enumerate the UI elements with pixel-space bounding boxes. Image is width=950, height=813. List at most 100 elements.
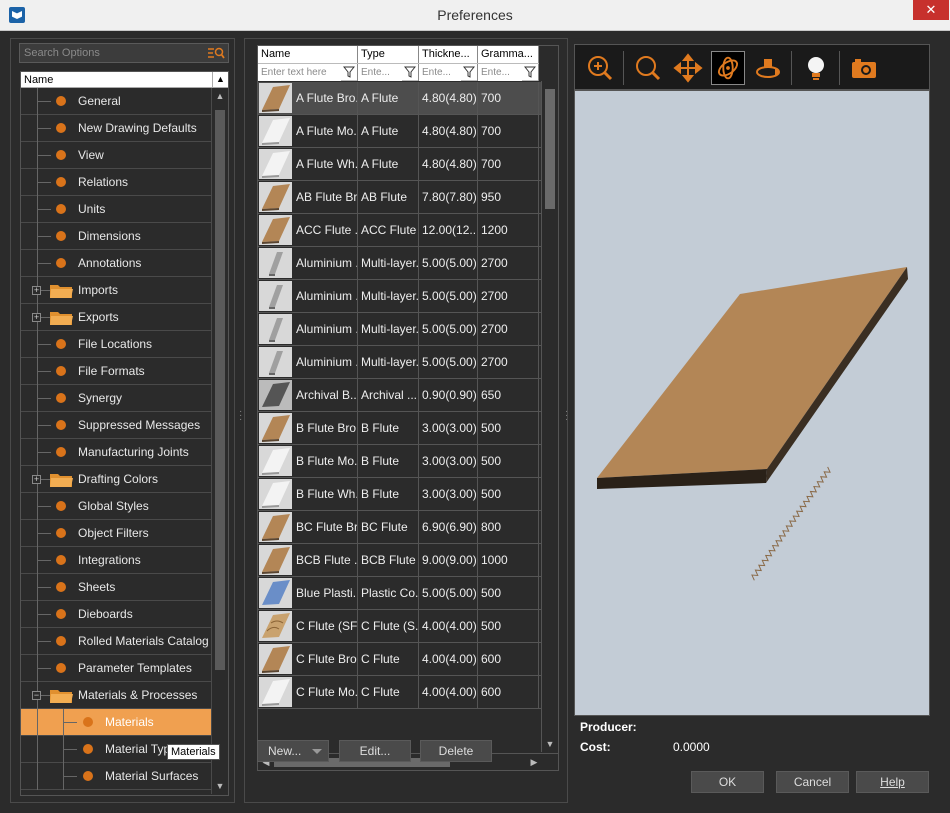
rotate-icon[interactable] xyxy=(711,51,745,85)
tree-item[interactable]: File Formats xyxy=(21,358,211,385)
tree-item[interactable]: Units xyxy=(21,196,211,223)
splitter-handle[interactable]: · · · xyxy=(239,407,242,425)
scroll-down-icon[interactable]: ▼ xyxy=(542,736,558,752)
scroll-right-icon[interactable]: ▶ xyxy=(526,754,542,770)
tree-item[interactable]: Global Styles xyxy=(21,493,211,520)
tree-item[interactable]: New Drawing Defaults xyxy=(21,115,211,142)
edit-material-button[interactable]: Edit... xyxy=(339,740,411,762)
tree-item[interactable]: Dieboards xyxy=(21,601,211,628)
material-row[interactable]: A Flute Bro...A Flute4.80(4.80)700 xyxy=(258,82,542,115)
search-filter-icon[interactable] xyxy=(207,46,225,60)
3d-viewport[interactable] xyxy=(574,90,930,716)
material-row[interactable]: Aluminium ...Multi-layer...5.00(5.00)270… xyxy=(258,313,542,346)
tree-item[interactable]: File Locations xyxy=(21,331,211,358)
column-header-name[interactable]: Name xyxy=(258,46,358,63)
material-row[interactable]: C Flute Mo... C Flute 4.00(4.00) 600 xyxy=(258,676,542,709)
ok-button[interactable]: OK xyxy=(691,771,764,793)
material-row[interactable]: Aluminium ...Multi-layer...5.00(5.00)270… xyxy=(258,247,542,280)
cell-thickness: 4.00(4.00) xyxy=(419,643,478,675)
tree-item[interactable]: Annotations xyxy=(21,250,211,277)
grid-scroll-thumb[interactable] xyxy=(545,89,555,209)
pan-icon[interactable] xyxy=(671,51,705,85)
search-input[interactable] xyxy=(20,44,200,62)
filter-type-input[interactable] xyxy=(358,64,402,81)
material-row[interactable]: ACC Flute ... ACC Flute 12.00(12.... 1200 xyxy=(258,214,542,247)
filter-name-input[interactable] xyxy=(258,64,341,81)
tree-item[interactable]: Sheets xyxy=(21,574,211,601)
column-header-type[interactable]: Type xyxy=(358,46,419,63)
column-header-thickness[interactable]: Thickne... xyxy=(419,46,478,63)
camera-icon[interactable] xyxy=(847,51,881,85)
expand-toggle-icon[interactable]: + xyxy=(32,313,41,322)
close-button[interactable]: ✕ xyxy=(913,0,949,20)
option-bullet-icon xyxy=(56,420,66,430)
material-row[interactable]: A Flute Wh... A Flute 4.80(4.80) 700 xyxy=(258,148,542,181)
zoom-fit-icon[interactable] xyxy=(583,51,617,85)
grid-vertical-scrollbar[interactable]: ▼ xyxy=(541,81,558,752)
material-row[interactable]: B Flute Wh...B Flute3.00(3.00)500 xyxy=(258,478,542,511)
column-header-grammage[interactable]: Gramma... xyxy=(478,46,539,63)
material-row[interactable]: Archival B... Archival ... 0.90(0.90) 650 xyxy=(258,379,542,412)
expand-toggle-icon[interactable]: − xyxy=(32,691,41,700)
material-row[interactable]: Blue Plasti... Plastic Co... 5.00(5.00) 500 xyxy=(258,577,542,610)
material-row[interactable]: BC Flute Br...BC Flute6.90(6.90)800 xyxy=(258,511,542,544)
material-row[interactable]: C Flute (SFB)C Flute (S...4.00(4.00)500 xyxy=(258,610,542,643)
tree-item[interactable]: Relations xyxy=(21,169,211,196)
cancel-button[interactable]: Cancel xyxy=(776,771,849,793)
material-row[interactable]: Aluminium ...Multi-layer...5.00(5.00)270… xyxy=(258,280,542,313)
tree-item[interactable]: Integrations xyxy=(21,547,211,574)
material-row[interactable]: A Flute Mo... A Flute 4.80(4.80) 700 xyxy=(258,115,542,148)
material-row[interactable]: Aluminium ...Multi-layer...5.00(5.00)270… xyxy=(258,346,542,379)
tree-item[interactable]: + Drafting Colors xyxy=(21,466,211,493)
orbit-icon[interactable] xyxy=(751,51,785,85)
material-name: A Flute Bro... xyxy=(296,91,357,105)
material-row[interactable]: B Flute Bro...B Flute3.00(3.00)500 xyxy=(258,412,542,445)
filter-thickness-input[interactable] xyxy=(419,64,461,81)
tree-item[interactable]: + Exports xyxy=(21,304,211,331)
material-row[interactable]: C Flute Bro...C Flute4.00(4.00)600 xyxy=(258,643,542,676)
tree-item[interactable]: Material Surfaces xyxy=(21,763,211,790)
tree-item[interactable]: + Imports xyxy=(21,277,211,304)
toolbar-separator xyxy=(839,51,840,85)
tree-item[interactable]: − Materials & Processes xyxy=(21,682,211,709)
option-bullet-icon xyxy=(56,663,66,673)
tree-scroll-thumb[interactable] xyxy=(215,110,225,670)
search-box[interactable] xyxy=(19,43,229,63)
delete-material-button[interactable]: Delete xyxy=(420,740,492,762)
filter-icon[interactable] xyxy=(463,66,475,78)
tree-item[interactable]: Suppressed Messages xyxy=(21,412,211,439)
materials-list-panel: Name Type Thickne... Gramma... A Fl xyxy=(244,38,568,803)
material-thumbnail xyxy=(259,314,292,344)
light-icon[interactable] xyxy=(799,51,833,85)
help-button[interactable]: Help xyxy=(856,771,929,793)
sort-arrow-icon[interactable]: ▲ xyxy=(212,72,228,87)
tree-item[interactable]: Dimensions xyxy=(21,223,211,250)
expand-toggle-icon[interactable]: + xyxy=(32,286,41,295)
filter-icon[interactable] xyxy=(404,66,416,78)
zoom-icon[interactable] xyxy=(631,51,665,85)
material-row[interactable]: AB Flute Br...AB Flute7.80(7.80)950 xyxy=(258,181,542,214)
filter-icon[interactable] xyxy=(524,66,536,78)
tree-item[interactable]: View xyxy=(21,142,211,169)
tree-item[interactable]: Materials xyxy=(21,709,211,736)
tree-scrollbar[interactable]: ▲ ▼ xyxy=(211,88,228,794)
new-material-button[interactable]: New... xyxy=(257,740,329,762)
tree-item[interactable]: Synergy xyxy=(21,385,211,412)
filter-icon[interactable] xyxy=(343,66,355,78)
expand-toggle-icon[interactable]: + xyxy=(32,475,41,484)
filter-grammage-input[interactable] xyxy=(478,64,522,81)
scroll-down-icon[interactable]: ▼ xyxy=(212,778,228,794)
tree-item[interactable]: Parameter Templates xyxy=(21,655,211,682)
material-row[interactable]: B Flute Mo... B Flute 3.00(3.00) 500 xyxy=(258,445,542,478)
tree-item-label: Materials & Processes xyxy=(78,688,198,702)
scroll-up-icon[interactable]: ▲ xyxy=(212,88,228,104)
tree-item[interactable]: General xyxy=(21,88,211,115)
tree-item[interactable]: Object Filters xyxy=(21,520,211,547)
tree-item[interactable]: Manufacturing Joints xyxy=(21,439,211,466)
tree-line xyxy=(37,452,51,453)
tree-header[interactable]: Name ▲ xyxy=(21,72,228,88)
material-thumbnail xyxy=(259,578,292,608)
material-name: Aluminium ... xyxy=(296,256,357,270)
material-row[interactable]: BCB Flute ... BCB Flute 9.00(9.00) 1000 xyxy=(258,544,542,577)
tree-item[interactable]: Rolled Materials Catalog xyxy=(21,628,211,655)
